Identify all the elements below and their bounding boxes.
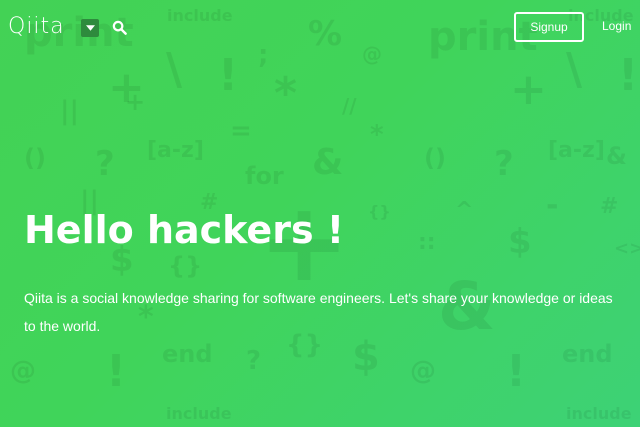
bg-symbol: +	[125, 88, 146, 116]
signup-button[interactable]: Signup	[514, 12, 584, 42]
search-icon[interactable]	[112, 20, 127, 35]
bg-symbol: &	[606, 142, 627, 170]
bg-symbol: ||	[60, 96, 79, 126]
bg-symbol: include	[566, 404, 632, 423]
bg-symbol: *	[274, 68, 298, 119]
bg-symbol: end	[562, 340, 613, 368]
bg-symbol: ()	[24, 144, 46, 172]
bg-symbol: !	[506, 346, 527, 397]
bg-symbol: @	[10, 356, 36, 386]
qiita-logo[interactable]: Qiita	[8, 14, 65, 39]
bg-symbol: include	[166, 404, 232, 423]
bg-symbol: [a-z]	[147, 138, 204, 163]
bg-symbol: +	[108, 62, 145, 113]
bg-symbol: {}	[368, 202, 391, 221]
bg-symbol: ?	[494, 144, 514, 184]
bg-symbol: ?	[246, 346, 262, 376]
bg-symbol: ::	[418, 230, 436, 255]
bg-symbol: //	[342, 94, 357, 118]
bg-symbol: <>	[614, 238, 640, 259]
bg-symbol: end	[162, 340, 213, 368]
hero-title: Hello hackers !	[24, 208, 345, 252]
bg-symbol: ?	[95, 144, 115, 184]
bg-symbol: &	[312, 142, 344, 183]
hero-description: Qiita is a social knowledge sharing for …	[24, 290, 613, 334]
bg-symbol: +	[510, 64, 547, 115]
bg-symbol: #	[600, 194, 619, 219]
bg-symbol: *	[370, 120, 384, 150]
bg-symbol: $	[508, 222, 532, 262]
bg-symbol: {}	[168, 252, 203, 280]
bg-symbol: ^	[455, 198, 474, 223]
bg-symbol: for	[245, 162, 284, 190]
chevron-down-icon	[85, 25, 95, 31]
bg-symbol: @	[410, 356, 436, 386]
bg-symbol: [a-z]	[548, 138, 605, 163]
bg-symbol: ()	[424, 144, 446, 172]
bg-symbol: $	[352, 334, 380, 380]
bg-symbol: =	[230, 116, 252, 146]
logo-dropdown-button[interactable]	[81, 19, 99, 37]
bg-symbol: -	[546, 188, 559, 223]
bg-symbol: !	[106, 346, 127, 397]
header: Qiita Signup Login	[0, 0, 640, 58]
login-link[interactable]: Login	[602, 19, 631, 33]
